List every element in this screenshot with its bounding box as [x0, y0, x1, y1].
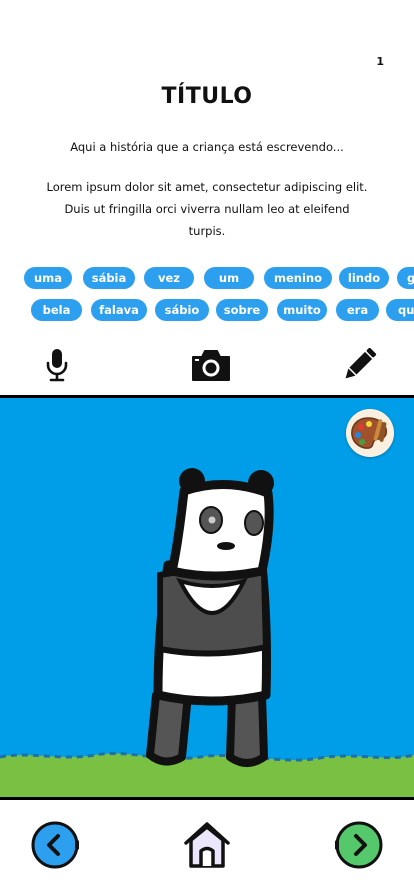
story-body: Lorem ipsum dolor sit amet, consectetur …	[46, 180, 368, 238]
paint-palette-icon[interactable]	[346, 409, 394, 457]
page-number: 1	[376, 55, 384, 68]
home-icon[interactable]	[182, 820, 232, 870]
word-chip[interactable]: sábio	[155, 299, 209, 321]
word-chip[interactable]: g	[397, 267, 414, 289]
word-chip[interactable]: qu	[386, 299, 414, 321]
drawing-canvas[interactable]	[0, 395, 414, 800]
word-chip[interactable]: um	[204, 267, 254, 289]
word-chips-row-1: uma sábia vez um menino lindo g	[0, 267, 414, 289]
word-chip[interactable]: sobre	[216, 299, 268, 321]
word-chips-row-2: bela falava sábio sobre muito era qu	[0, 299, 414, 321]
word-chip[interactable]: era	[336, 299, 379, 321]
word-chip[interactable]: bela	[31, 299, 82, 321]
camera-icon[interactable]	[191, 348, 231, 382]
word-chip[interactable]: vez	[144, 267, 194, 289]
word-chip[interactable]: uma	[24, 267, 72, 289]
word-chip[interactable]: menino	[264, 267, 332, 289]
word-chip[interactable]: falava	[91, 299, 147, 321]
back-arrow-icon[interactable]	[31, 821, 81, 871]
forward-arrow-icon[interactable]	[333, 821, 383, 871]
microphone-icon[interactable]	[44, 348, 70, 382]
story-title: TÍTULO	[161, 84, 253, 109]
word-chip[interactable]: muito	[277, 299, 327, 321]
word-chip[interactable]: lindo	[339, 267, 389, 289]
panda-drawing	[0, 468, 414, 797]
word-chip[interactable]: sábia	[83, 267, 135, 289]
pencil-icon[interactable]	[341, 348, 377, 382]
story-intro: Aqui a história que a criança está escre…	[70, 140, 344, 154]
